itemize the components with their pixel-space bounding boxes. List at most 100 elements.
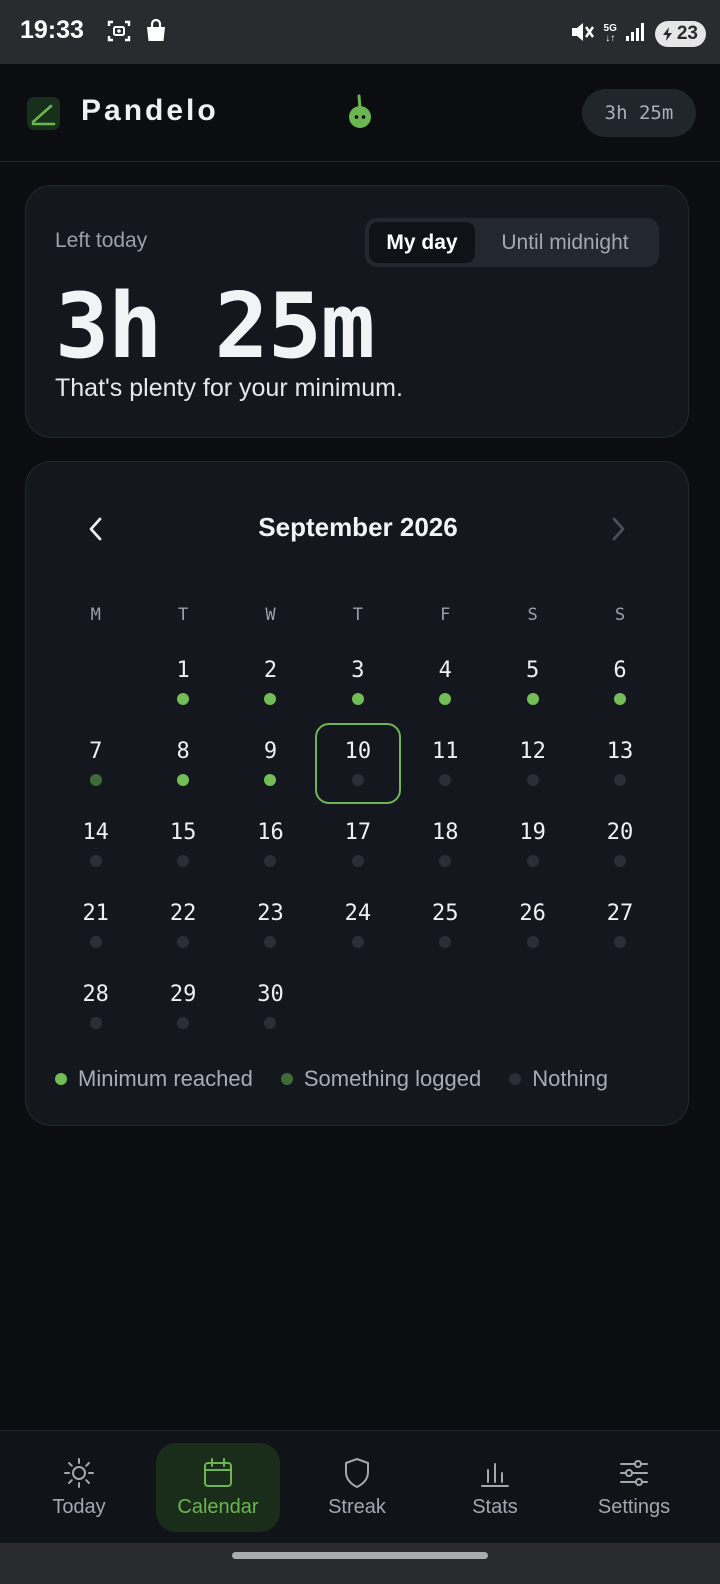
calendar-day-number: 6 bbox=[613, 658, 627, 683]
calendar-day[interactable]: 29 bbox=[139, 966, 226, 1047]
toggle-my-day[interactable]: My day bbox=[369, 222, 475, 263]
calendar-day[interactable]: 15 bbox=[139, 804, 226, 885]
calendar-day[interactable]: 5 bbox=[489, 642, 576, 723]
calendar-day-number: 17 bbox=[344, 820, 372, 845]
battery-level: 23 bbox=[676, 23, 698, 44]
weekday-label: F bbox=[440, 605, 451, 625]
app-title: Pandelo bbox=[81, 94, 219, 127]
calendar-day[interactable]: 7 bbox=[52, 723, 139, 804]
calendar-day[interactable]: 13 bbox=[576, 723, 663, 804]
calendar-day[interactable]: 26 bbox=[489, 885, 576, 966]
nav-label: Today bbox=[52, 1496, 106, 1518]
calendar-day[interactable]: 27 bbox=[576, 885, 663, 966]
nav-calendar[interactable]: Calendar bbox=[156, 1443, 280, 1532]
calendar-day[interactable]: 3 bbox=[314, 642, 401, 723]
app-header: Pandelo 3h 25m bbox=[0, 64, 720, 162]
calendar-day-today[interactable]: 10 bbox=[314, 723, 402, 804]
calendar-day[interactable]: 4 bbox=[402, 642, 489, 723]
day-status-dot bbox=[264, 855, 277, 867]
legend-dot-minimum bbox=[55, 1073, 67, 1085]
calendar-day-number: 12 bbox=[519, 739, 546, 764]
calendar-day-number: 3 bbox=[351, 658, 365, 683]
day-status-dot bbox=[526, 936, 539, 948]
day-status-dot bbox=[351, 855, 364, 867]
sliders-icon bbox=[620, 1460, 648, 1486]
calendar-day-number: 8 bbox=[176, 739, 190, 764]
day-status-dot bbox=[526, 693, 539, 705]
calendar-day[interactable]: 18 bbox=[402, 804, 489, 885]
day-status-dot bbox=[439, 936, 452, 948]
home-indicator[interactable] bbox=[232, 1552, 488, 1559]
calendar-day-number: 13 bbox=[606, 739, 634, 764]
calendar-day[interactable]: 14 bbox=[52, 804, 139, 885]
calendar-day[interactable]: 25 bbox=[402, 885, 489, 966]
time-left-value: 3h 25m bbox=[55, 274, 375, 379]
calendar-day[interactable]: 1 bbox=[139, 642, 226, 723]
day-status-dot bbox=[177, 855, 190, 867]
sun-icon bbox=[64, 1458, 94, 1488]
calendar-day[interactable]: 12 bbox=[489, 723, 576, 804]
calendar-day-number: 22 bbox=[169, 901, 197, 926]
calendar-day[interactable]: 22 bbox=[139, 885, 226, 966]
legend-item-minimum: Minimum reached bbox=[55, 1066, 253, 1092]
day-status-dot bbox=[177, 693, 190, 705]
calendar-day-number: 19 bbox=[519, 820, 546, 845]
calendar-day[interactable]: 9 bbox=[227, 723, 314, 804]
weekday-label: S bbox=[527, 605, 538, 625]
calendar-day[interactable]: 23 bbox=[227, 885, 314, 966]
status-time: 19:33 bbox=[20, 16, 84, 44]
nav-settings[interactable]: Settings bbox=[572, 1443, 696, 1532]
calendar-day-number: 9 bbox=[263, 739, 278, 764]
weekday-header: M T W T F S S bbox=[52, 605, 664, 625]
legend-label: Nothing bbox=[532, 1066, 609, 1091]
calendar-day-number: 14 bbox=[82, 820, 109, 845]
signal-icon bbox=[625, 22, 647, 46]
legend-item-logged: Something logged bbox=[280, 1066, 481, 1092]
calendar-month-title: September 2026 bbox=[258, 512, 458, 542]
day-status-dot bbox=[351, 936, 364, 948]
day-status-dot bbox=[614, 936, 627, 948]
chevron-right-icon bbox=[612, 517, 625, 541]
calendar-day[interactable]: 8 bbox=[139, 723, 226, 804]
calendar-day[interactable]: 21 bbox=[52, 885, 139, 966]
calendar-day-number: 7 bbox=[89, 739, 103, 764]
calendar-day-number: 11 bbox=[432, 739, 459, 764]
calendar-day[interactable]: 28 bbox=[52, 966, 139, 1047]
calendar-day[interactable]: 16 bbox=[227, 804, 314, 885]
legend-item-nothing: Nothing bbox=[509, 1066, 608, 1092]
day-status-dot bbox=[264, 936, 277, 948]
calendar-day-number: 18 bbox=[432, 820, 459, 845]
time-left-chip[interactable]: 3h 25m bbox=[582, 89, 696, 137]
calendar-day[interactable]: 19 bbox=[489, 804, 576, 885]
calendar-day-number: 21 bbox=[82, 901, 109, 926]
shield-icon bbox=[345, 1458, 369, 1488]
day-status-dot bbox=[177, 936, 190, 948]
calendar-day[interactable]: 2 bbox=[227, 642, 314, 723]
calendar-icon bbox=[204, 1458, 232, 1487]
toggle-until-midnight[interactable]: Until midnight bbox=[475, 222, 655, 263]
calendar-day[interactable]: 24 bbox=[314, 885, 401, 966]
time-left-card: Left today My day Until midnight 3h 25m … bbox=[25, 185, 689, 438]
calendar-day[interactable]: 20 bbox=[576, 804, 663, 885]
battery-icon bbox=[662, 27, 672, 41]
calendar-day[interactable]: 30 bbox=[227, 966, 314, 1047]
calendar-day[interactable]: 17 bbox=[314, 804, 401, 885]
nav-stats[interactable]: Stats bbox=[433, 1443, 557, 1532]
mute-icon bbox=[570, 20, 596, 48]
day-status-dot bbox=[177, 774, 190, 786]
status-bar: 19:33 5G ↓↑ 23 bbox=[0, 0, 720, 64]
calendar-day[interactable]: 6 bbox=[576, 642, 663, 723]
day-mode-toggle: My day Until midnight bbox=[365, 218, 659, 267]
mascot-icon bbox=[346, 94, 374, 136]
day-status-dot bbox=[89, 1017, 102, 1029]
battery-indicator: 23 bbox=[654, 21, 706, 47]
bottom-navigation: Today Calendar Streak Stats Settings bbox=[0, 1430, 720, 1543]
calendar-day-number: 20 bbox=[606, 820, 634, 845]
nav-streak[interactable]: Streak bbox=[295, 1443, 419, 1532]
next-month-button[interactable] bbox=[606, 514, 630, 544]
shopping-bag-icon bbox=[144, 18, 168, 48]
calendar-day-number: 5 bbox=[526, 658, 540, 683]
bar-chart-icon bbox=[481, 1463, 509, 1487]
calendar-day[interactable]: 11 bbox=[402, 723, 489, 804]
nav-today[interactable]: Today bbox=[17, 1443, 141, 1532]
